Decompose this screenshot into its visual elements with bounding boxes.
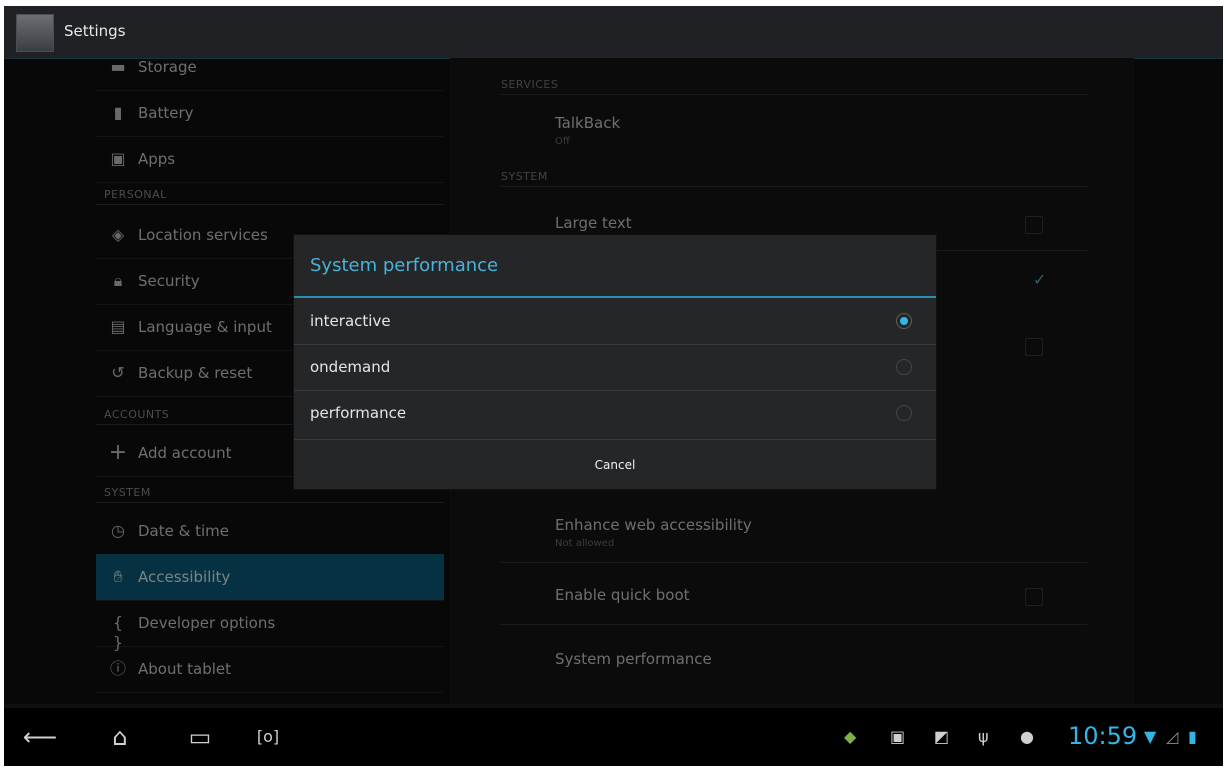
back-icon[interactable]: ⟵ — [20, 722, 60, 752]
option-label: interactive — [310, 312, 391, 330]
tablet-screen: Settings ▬ Storage ▮ Battery ▣ Apps PERS… — [4, 6, 1223, 766]
option-label: ondemand — [310, 358, 391, 376]
option-performance[interactable]: performance — [294, 390, 936, 436]
image-notification-icon[interactable]: ◩ — [934, 728, 949, 746]
radio-selected-icon[interactable] — [896, 313, 912, 329]
dialog-title: System performance — [310, 255, 499, 276]
app-title: Settings — [64, 22, 126, 40]
recent-apps-icon[interactable]: ▭ — [180, 722, 220, 752]
settings-app-icon[interactable] — [16, 14, 54, 52]
option-label: performance — [310, 404, 407, 422]
android-debug-icon: ◆ — [844, 727, 857, 746]
system-performance-dialog: System performance interactive ondemand … — [294, 235, 936, 489]
cancel-button[interactable]: Cancel — [294, 439, 936, 490]
option-ondemand[interactable]: ondemand — [294, 344, 936, 391]
signal-icon: ◿ — [1166, 727, 1179, 746]
gallery-notification-icon[interactable]: ▣ — [890, 728, 905, 746]
status-time[interactable]: 10:59 — [1068, 722, 1137, 750]
option-interactive[interactable]: interactive — [294, 298, 936, 345]
home-icon[interactable]: ⌂ — [100, 722, 140, 752]
navigation-bar: ⟵ ⌂ ▭ [o] ◆ ▣ ◩ ψ ● 10:59 ▼ ◿ ▮ — [4, 708, 1223, 766]
radio-unselected-icon[interactable] — [896, 359, 912, 375]
screenshot-icon[interactable]: [o] — [248, 722, 288, 752]
battery-status-icon: ▮ — [1188, 727, 1197, 746]
usb-icon[interactable]: ψ — [978, 728, 989, 746]
wifi-icon: ▼ — [1144, 727, 1157, 746]
radio-unselected-icon[interactable] — [896, 405, 912, 421]
android-icon[interactable]: ● — [1020, 728, 1034, 746]
